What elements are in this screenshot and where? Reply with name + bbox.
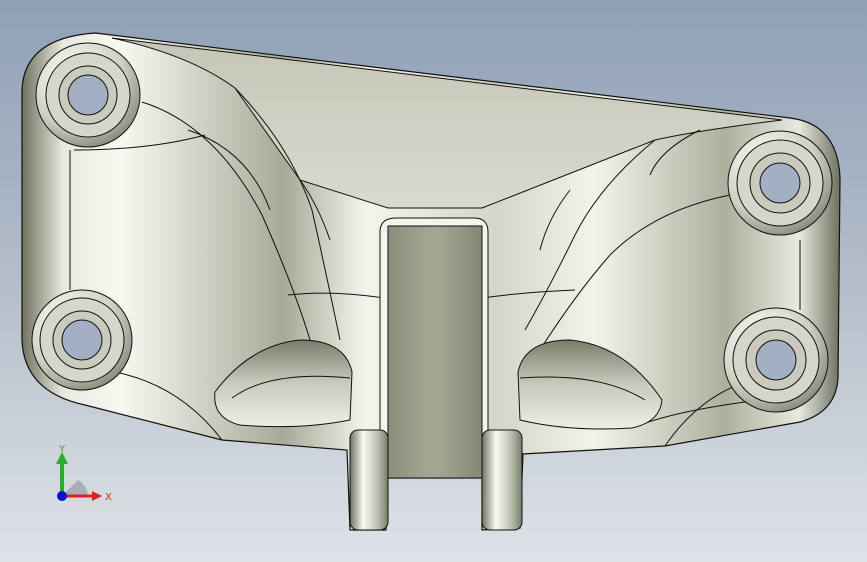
z-axis-dot — [57, 491, 67, 501]
hole-top-right[interactable] — [759, 162, 801, 204]
reference-triad: Y X — [56, 444, 112, 503]
boss-top-left[interactable] — [35, 42, 141, 148]
x-axis-arrowhead — [92, 491, 102, 501]
right-leg[interactable] — [481, 429, 523, 531]
part-model[interactable] — [0, 0, 867, 562]
center-slot — [379, 217, 489, 479]
graphics-viewport[interactable]: Y X — [0, 0, 867, 562]
y-axis-label: Y — [58, 444, 66, 455]
boss-top-right[interactable] — [727, 130, 833, 236]
hole-bottom-left[interactable] — [61, 319, 103, 361]
boss-bottom-left[interactable] — [31, 289, 133, 391]
x-axis-label: X — [105, 492, 112, 503]
left-leg[interactable] — [349, 429, 389, 531]
hole-bottom-right[interactable] — [755, 339, 797, 381]
boss-bottom-right[interactable] — [723, 307, 829, 413]
hole-top-left[interactable] — [67, 74, 109, 116]
